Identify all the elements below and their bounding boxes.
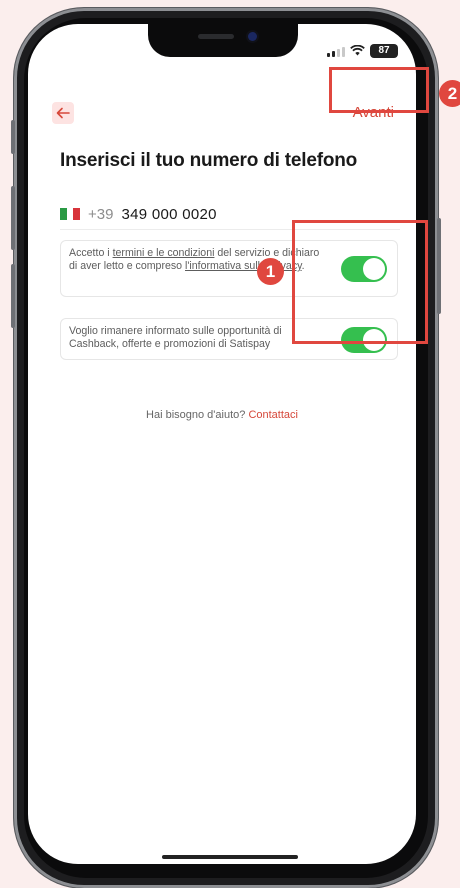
italy-flag-icon[interactable] (60, 208, 81, 220)
home-indicator[interactable] (162, 855, 298, 859)
battery-indicator: 87 (370, 44, 398, 58)
help-line: Hai bisogno d'aiuto? Contattaci (28, 409, 416, 421)
back-button[interactable] (52, 102, 74, 124)
phone-number-value[interactable]: 349 000 0020 (121, 206, 216, 223)
terms-consent-text: Accetto i termini e le condizioni del se… (69, 247, 324, 273)
page-title: Inserisci il tuo numero di telefono (60, 150, 358, 171)
mute-switch (11, 120, 15, 154)
status-bar: 87 (327, 44, 398, 58)
country-prefix[interactable]: +39 (88, 206, 113, 223)
consent-text-part: Accetto i (69, 247, 113, 259)
cellular-signal-icon (327, 46, 345, 57)
next-highlight-box (329, 67, 429, 113)
power-button (437, 218, 441, 314)
privacy-link[interactable]: l'informativa sulla privacy (185, 260, 302, 272)
volume-up-button (11, 186, 15, 250)
marketing-consent-text: Voglio rimanere informato sulle opportun… (69, 325, 282, 350)
volume-down-button (11, 264, 15, 328)
help-question: Hai bisogno d'aiuto? (146, 409, 246, 421)
screen: 87 Avanti Inserisci il tuo numero di tel… (28, 24, 416, 864)
notch (148, 24, 298, 57)
toggles-highlight-box (292, 220, 428, 344)
step-badge-1: 1 (257, 258, 284, 285)
wifi-icon (350, 44, 365, 58)
terms-link[interactable]: termini e le condizioni (113, 247, 215, 259)
step-badge-2: 2 (439, 80, 460, 107)
camera (248, 32, 257, 41)
contact-link[interactable]: Contattaci (248, 409, 298, 421)
speaker (198, 34, 234, 39)
arrow-left-icon (56, 107, 70, 119)
